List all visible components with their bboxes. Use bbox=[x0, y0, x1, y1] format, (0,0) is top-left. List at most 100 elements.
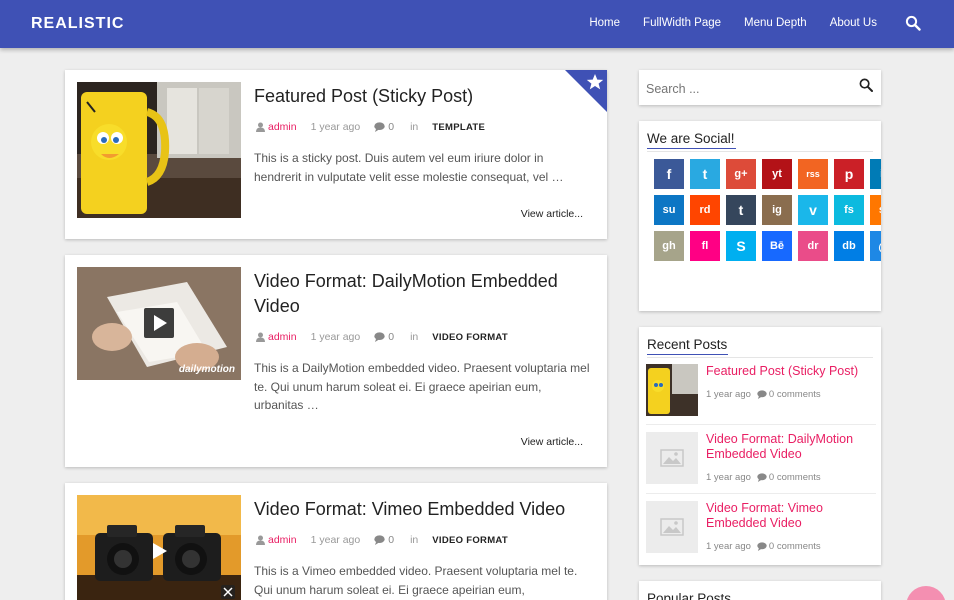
stumbleupon-icon[interactable]: su bbox=[654, 195, 684, 225]
skype-icon[interactable]: S bbox=[726, 231, 756, 261]
youtube-icon[interactable]: yt bbox=[762, 159, 792, 189]
post-meta: admin 1 year ago 0 in VIDEO FORMAT bbox=[256, 534, 508, 546]
nav-about-us[interactable]: About Us bbox=[830, 17, 877, 29]
recent-post-comments[interactable]: 0 comments bbox=[769, 541, 821, 552]
github-icon[interactable]: gh bbox=[654, 231, 684, 261]
dropbox-icon[interactable]: db bbox=[834, 231, 864, 261]
post-author[interactable]: admin bbox=[268, 121, 297, 133]
rss-icon[interactable]: rss bbox=[798, 159, 828, 189]
recent-post-item[interactable]: Featured Post (Sticky Post) 1 year ago 0… bbox=[646, 364, 876, 422]
post-time: 1 year ago bbox=[310, 331, 361, 343]
post-category[interactable]: VIDEO FORMAT bbox=[432, 332, 508, 343]
post-excerpt: This is a Vimeo embedded video. Praesent… bbox=[254, 564, 578, 597]
post-thumbnail[interactable] bbox=[77, 82, 241, 218]
post-meta: admin 1 year ago 0 in TEMPLATE bbox=[256, 121, 485, 133]
pinterest-icon[interactable]: p bbox=[834, 159, 864, 189]
post-excerpt: This is a sticky post. Duis autem vel eu… bbox=[254, 151, 564, 184]
post-category[interactable]: TEMPLATE bbox=[432, 122, 485, 133]
dailymotion-watermark: dailymotion bbox=[178, 364, 235, 375]
scroll-top-button[interactable] bbox=[906, 586, 946, 600]
social-widget: We are Social! ftg+ytrsspinsurdtigvfsscg… bbox=[639, 121, 881, 311]
recent-post-thumbnail[interactable] bbox=[646, 501, 698, 553]
post-time: 1 year ago bbox=[310, 534, 361, 546]
post-comment-count[interactable]: 0 bbox=[388, 331, 394, 343]
post-thumbnail[interactable] bbox=[77, 495, 241, 600]
post-title[interactable]: Video Format: Vimeo Embedded Video bbox=[254, 497, 584, 522]
search-icon[interactable] bbox=[859, 78, 873, 92]
post-excerpt: This is a DailyMotion embedded video. Pr… bbox=[254, 361, 590, 412]
comment-icon bbox=[374, 122, 385, 132]
facebook-icon[interactable]: f bbox=[654, 159, 684, 189]
read-more-link[interactable]: View article... bbox=[521, 436, 583, 448]
vimeo-icon[interactable]: v bbox=[798, 195, 828, 225]
comment-icon bbox=[757, 473, 767, 482]
post-category[interactable]: VIDEO FORMAT bbox=[432, 535, 508, 546]
user-icon bbox=[256, 535, 265, 545]
recent-post-item[interactable]: Video Format: Vimeo Embedded Video 1 yea… bbox=[646, 501, 876, 559]
popular-posts-widget: Popular Posts bbox=[639, 581, 881, 600]
post-title[interactable]: Featured Post (Sticky Post) bbox=[254, 84, 584, 109]
nav-home[interactable]: Home bbox=[589, 17, 620, 29]
post-author[interactable]: admin bbox=[268, 331, 297, 343]
recent-post-item[interactable]: Video Format: DailyMotion Embedded Video… bbox=[646, 432, 876, 490]
recent-post-thumbnail[interactable] bbox=[646, 364, 698, 416]
recent-posts-widget: Recent Posts Featured Post (Sticky Post)… bbox=[639, 327, 881, 565]
recent-post-comments[interactable]: 0 comments bbox=[769, 389, 821, 400]
google-plus-icon[interactable]: g+ bbox=[726, 159, 756, 189]
sidebar-search-input[interactable] bbox=[646, 80, 846, 98]
nav-fullwidth-page[interactable]: FullWidth Page bbox=[643, 17, 721, 29]
post-in-label: in bbox=[410, 534, 419, 546]
tumblr-icon[interactable]: t bbox=[726, 195, 756, 225]
post-thumbnail[interactable]: dailymotion bbox=[77, 267, 241, 380]
image-placeholder-icon bbox=[646, 432, 698, 484]
divider bbox=[646, 493, 876, 494]
comment-icon bbox=[757, 542, 767, 551]
widget-title: We are Social! bbox=[647, 131, 736, 149]
widget-title: Popular Posts bbox=[647, 591, 732, 600]
user-icon bbox=[256, 122, 265, 132]
title-divider bbox=[647, 357, 873, 358]
instagram-icon[interactable]: ig bbox=[762, 195, 792, 225]
recent-post-time: 1 year ago bbox=[706, 472, 751, 483]
reddit-icon[interactable]: rd bbox=[690, 195, 720, 225]
site-logo[interactable]: REALISTIC bbox=[31, 15, 124, 33]
post-in-label: in bbox=[410, 121, 419, 133]
post-title[interactable]: Video Format: DailyMotion Embedded Video bbox=[254, 269, 584, 319]
post-comment-count[interactable]: 0 bbox=[388, 121, 394, 133]
widget-title: Recent Posts bbox=[647, 337, 729, 355]
post-meta: admin 1 year ago 0 in VIDEO FORMAT bbox=[256, 331, 508, 343]
recent-post-time: 1 year ago bbox=[706, 389, 751, 400]
behance-icon[interactable]: Bē bbox=[762, 231, 792, 261]
image-placeholder-icon bbox=[646, 501, 698, 553]
search-icon[interactable] bbox=[905, 15, 921, 31]
recent-post-meta: 1 year ago 0 comments bbox=[706, 541, 821, 552]
twitter-icon[interactable]: t bbox=[690, 159, 720, 189]
email-icon[interactable]: @ bbox=[870, 231, 881, 261]
post-card: Featured Post (Sticky Post) admin 1 year… bbox=[65, 70, 607, 239]
comment-icon bbox=[757, 390, 767, 399]
post-time: 1 year ago bbox=[310, 121, 361, 133]
recent-post-title[interactable]: Featured Post (Sticky Post) bbox=[706, 364, 876, 379]
recent-post-comments[interactable]: 0 comments bbox=[769, 472, 821, 483]
search-widget bbox=[639, 70, 881, 105]
linkedin-icon[interactable]: in bbox=[870, 159, 881, 189]
dribbble-icon[interactable]: dr bbox=[798, 231, 828, 261]
foursquare-icon[interactable]: fs bbox=[834, 195, 864, 225]
sticky-star-icon bbox=[565, 70, 607, 112]
main-nav: Home FullWidth Page Menu Depth About Us bbox=[566, 17, 877, 29]
soundcloud-icon[interactable]: sc bbox=[870, 195, 881, 225]
top-navbar: REALISTIC Home FullWidth Page Menu Depth… bbox=[0, 0, 954, 48]
nav-menu-depth[interactable]: Menu Depth bbox=[744, 17, 807, 29]
recent-post-thumbnail[interactable] bbox=[646, 432, 698, 484]
user-icon bbox=[256, 332, 265, 342]
post-comment-count[interactable]: 0 bbox=[388, 534, 394, 546]
flickr-icon[interactable]: fl bbox=[690, 231, 720, 261]
read-more-link[interactable]: View article... bbox=[521, 208, 583, 220]
recent-post-meta: 1 year ago 0 comments bbox=[706, 389, 821, 400]
title-divider bbox=[647, 151, 873, 152]
post-card: dailymotion Video Format: DailyMotion Em… bbox=[65, 255, 607, 467]
recent-post-title[interactable]: Video Format: DailyMotion Embedded Video bbox=[706, 432, 876, 462]
post-card: Video Format: Vimeo Embedded Video admin… bbox=[65, 483, 607, 600]
recent-post-title[interactable]: Video Format: Vimeo Embedded Video bbox=[706, 501, 876, 531]
post-author[interactable]: admin bbox=[268, 534, 297, 546]
